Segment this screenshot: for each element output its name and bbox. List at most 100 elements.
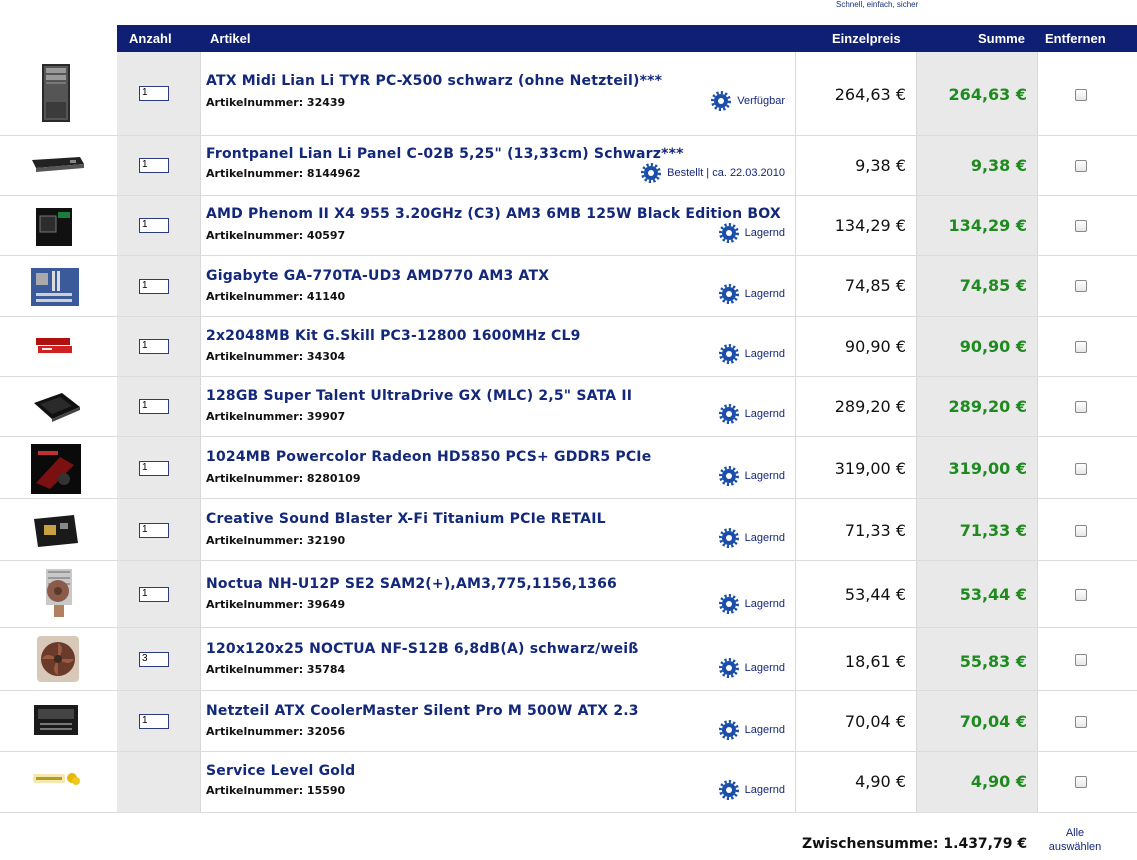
motherboard-icon[interactable] (30, 267, 80, 307)
total-cell: 55,83 € (917, 628, 1038, 690)
availability-text: Lagernd (744, 348, 785, 360)
quantity-cell: 1 (117, 52, 201, 135)
quantity-input[interactable]: 1 (139, 714, 169, 729)
unit-price-cell: 134,29 € (796, 196, 917, 255)
quantity-cell: 1 (117, 499, 201, 560)
unit-price: 53,44 € (844, 585, 906, 604)
remove-checkbox[interactable] (1075, 716, 1087, 728)
quantity-input[interactable]: 1 (139, 339, 169, 354)
quantity-input[interactable]: 1 (139, 523, 169, 538)
sound-card-icon[interactable] (30, 513, 82, 551)
cart-row: 1 Gigabyte GA-770TA-UD3 AMD770 AM3 ATX A… (0, 256, 1137, 317)
product-name-link[interactable]: Gigabyte GA-770TA-UD3 AMD770 AM3 ATX (206, 268, 549, 284)
cpu-cooler-icon[interactable] (36, 567, 80, 621)
remove-checkbox[interactable] (1075, 401, 1087, 413)
remove-checkbox[interactable] (1075, 589, 1087, 601)
remove-checkbox[interactable] (1075, 654, 1087, 666)
gear-icon (718, 223, 739, 243)
product-name-link[interactable]: Netzteil ATX CoolerMaster Silent Pro M 5… (206, 703, 639, 719)
quantity-cell: 1 (117, 256, 201, 316)
availability-text: Lagernd (744, 662, 785, 674)
remove-checkbox[interactable] (1075, 341, 1087, 353)
article-cell: Frontpanel Lian Li Panel C-02B 5,25" (13… (201, 136, 796, 195)
quantity-input[interactable]: 1 (139, 158, 169, 173)
availability-status: Lagernd (718, 720, 785, 740)
article-number: Artikelnummer: 39649 (206, 598, 346, 611)
cart-row: 1 AMD Phenom II X4 955 3.20GHz (C3) AM3 … (0, 196, 1137, 256)
unit-price: 289,20 € (834, 397, 906, 416)
remove-cell (1038, 136, 1137, 195)
ram-icon[interactable] (34, 335, 74, 357)
unit-price: 134,29 € (834, 216, 906, 235)
remove-checkbox[interactable] (1075, 776, 1087, 788)
remove-cell (1038, 196, 1137, 255)
availability-status: Lagernd (718, 594, 785, 614)
cart-row: 1 ATX Midi Lian Li TYR PC-X500 schwarz (… (0, 52, 1137, 136)
quantity-input[interactable]: 1 (139, 218, 169, 233)
case-fan-icon[interactable] (34, 633, 82, 685)
line-total: 90,90 € (959, 337, 1027, 356)
line-total: 55,83 € (959, 652, 1027, 671)
cart-row: 1 Noctua NH-U12P SE2 SAM2(+),AM3,775,115… (0, 561, 1137, 628)
frontpanel-icon[interactable] (30, 154, 86, 174)
article-cell: 128GB Super Talent UltraDrive GX (MLC) 2… (201, 377, 796, 436)
remove-cell (1038, 499, 1137, 560)
unit-price: 74,85 € (844, 276, 906, 295)
product-name-link[interactable]: Frontpanel Lian Li Panel C-02B 5,25" (13… (206, 146, 684, 162)
article-cell: 1024MB Powercolor Radeon HD5850 PCS+ GDD… (201, 437, 796, 498)
cart-row: 1 2x2048MB Kit G.Skill PC3-12800 1600MHz… (0, 317, 1137, 377)
psu-icon[interactable] (32, 701, 80, 739)
remove-cell (1038, 691, 1137, 751)
article-cell: AMD Phenom II X4 955 3.20GHz (C3) AM3 6M… (201, 196, 796, 255)
product-name-link[interactable]: Noctua NH-U12P SE2 SAM2(+),AM3,775,1156,… (206, 576, 617, 592)
remove-checkbox[interactable] (1075, 220, 1087, 232)
product-name-link[interactable]: 1024MB Powercolor Radeon HD5850 PCS+ GDD… (206, 449, 651, 465)
availability-status: Bestellt | ca. 22.03.2010 (641, 163, 785, 183)
product-name-link[interactable]: 128GB Super Talent UltraDrive GX (MLC) 2… (206, 388, 632, 404)
remove-cell (1038, 561, 1137, 627)
unit-price-cell: 53,44 € (796, 561, 917, 627)
article-cell: Gigabyte GA-770TA-UD3 AMD770 AM3 ATX Art… (201, 256, 796, 316)
product-name-link[interactable]: 2x2048MB Kit G.Skill PC3-12800 1600MHz C… (206, 328, 581, 344)
unit-price-cell: 9,38 € (796, 136, 917, 195)
total-cell: 71,33 € (917, 499, 1038, 560)
article-cell: Netzteil ATX CoolerMaster Silent Pro M 5… (201, 691, 796, 751)
ssd-icon[interactable] (30, 389, 82, 423)
unit-price: 70,04 € (844, 712, 906, 731)
availability-text: Lagernd (744, 227, 785, 239)
total-cell: 90,90 € (917, 317, 1038, 376)
cpu-box-icon[interactable] (34, 206, 74, 248)
quantity-input[interactable]: 1 (139, 461, 169, 476)
cart-row: 3 120x120x25 NOCTUA NF-S12B 6,8dB(A) sch… (0, 628, 1137, 691)
total-cell: 74,85 € (917, 256, 1038, 316)
product-name-link[interactable]: Creative Sound Blaster X-Fi Titanium PCI… (206, 511, 606, 527)
remove-checkbox[interactable] (1075, 463, 1087, 475)
remove-checkbox[interactable] (1075, 280, 1087, 292)
pc-case-icon[interactable] (34, 62, 78, 124)
select-all-link[interactable]: Alle auswählen (1040, 826, 1110, 854)
product-name-link[interactable]: Service Level Gold (206, 763, 355, 779)
product-name-link[interactable]: AMD Phenom II X4 955 3.20GHz (C3) AM3 6M… (206, 206, 781, 222)
graphics-card-icon[interactable] (30, 443, 82, 495)
remove-checkbox[interactable] (1075, 160, 1087, 172)
product-name-link[interactable]: ATX Midi Lian Li TYR PC-X500 schwarz (oh… (206, 73, 662, 89)
remove-checkbox[interactable] (1075, 89, 1087, 101)
article-number: Artikelnummer: 32190 (206, 534, 346, 547)
quantity-input[interactable]: 1 (139, 587, 169, 602)
remove-checkbox[interactable] (1075, 525, 1087, 537)
product-image-cell (0, 256, 117, 316)
quantity-input[interactable]: 1 (139, 86, 169, 101)
remove-cell (1038, 437, 1137, 498)
line-total: 9,38 € (970, 156, 1027, 175)
quantity-cell: 1 (117, 691, 201, 751)
product-image-cell (0, 561, 117, 627)
quantity-input[interactable]: 1 (139, 399, 169, 414)
product-image-cell (0, 136, 117, 195)
quantity-input[interactable]: 1 (139, 279, 169, 294)
service-gold-icon[interactable] (32, 770, 82, 786)
line-total: 70,04 € (959, 712, 1027, 731)
unit-price-cell: 289,20 € (796, 377, 917, 436)
article-number: Artikelnummer: 34304 (206, 350, 346, 363)
quantity-input[interactable]: 3 (139, 652, 169, 667)
product-name-link[interactable]: 120x120x25 NOCTUA NF-S12B 6,8dB(A) schwa… (206, 641, 639, 657)
